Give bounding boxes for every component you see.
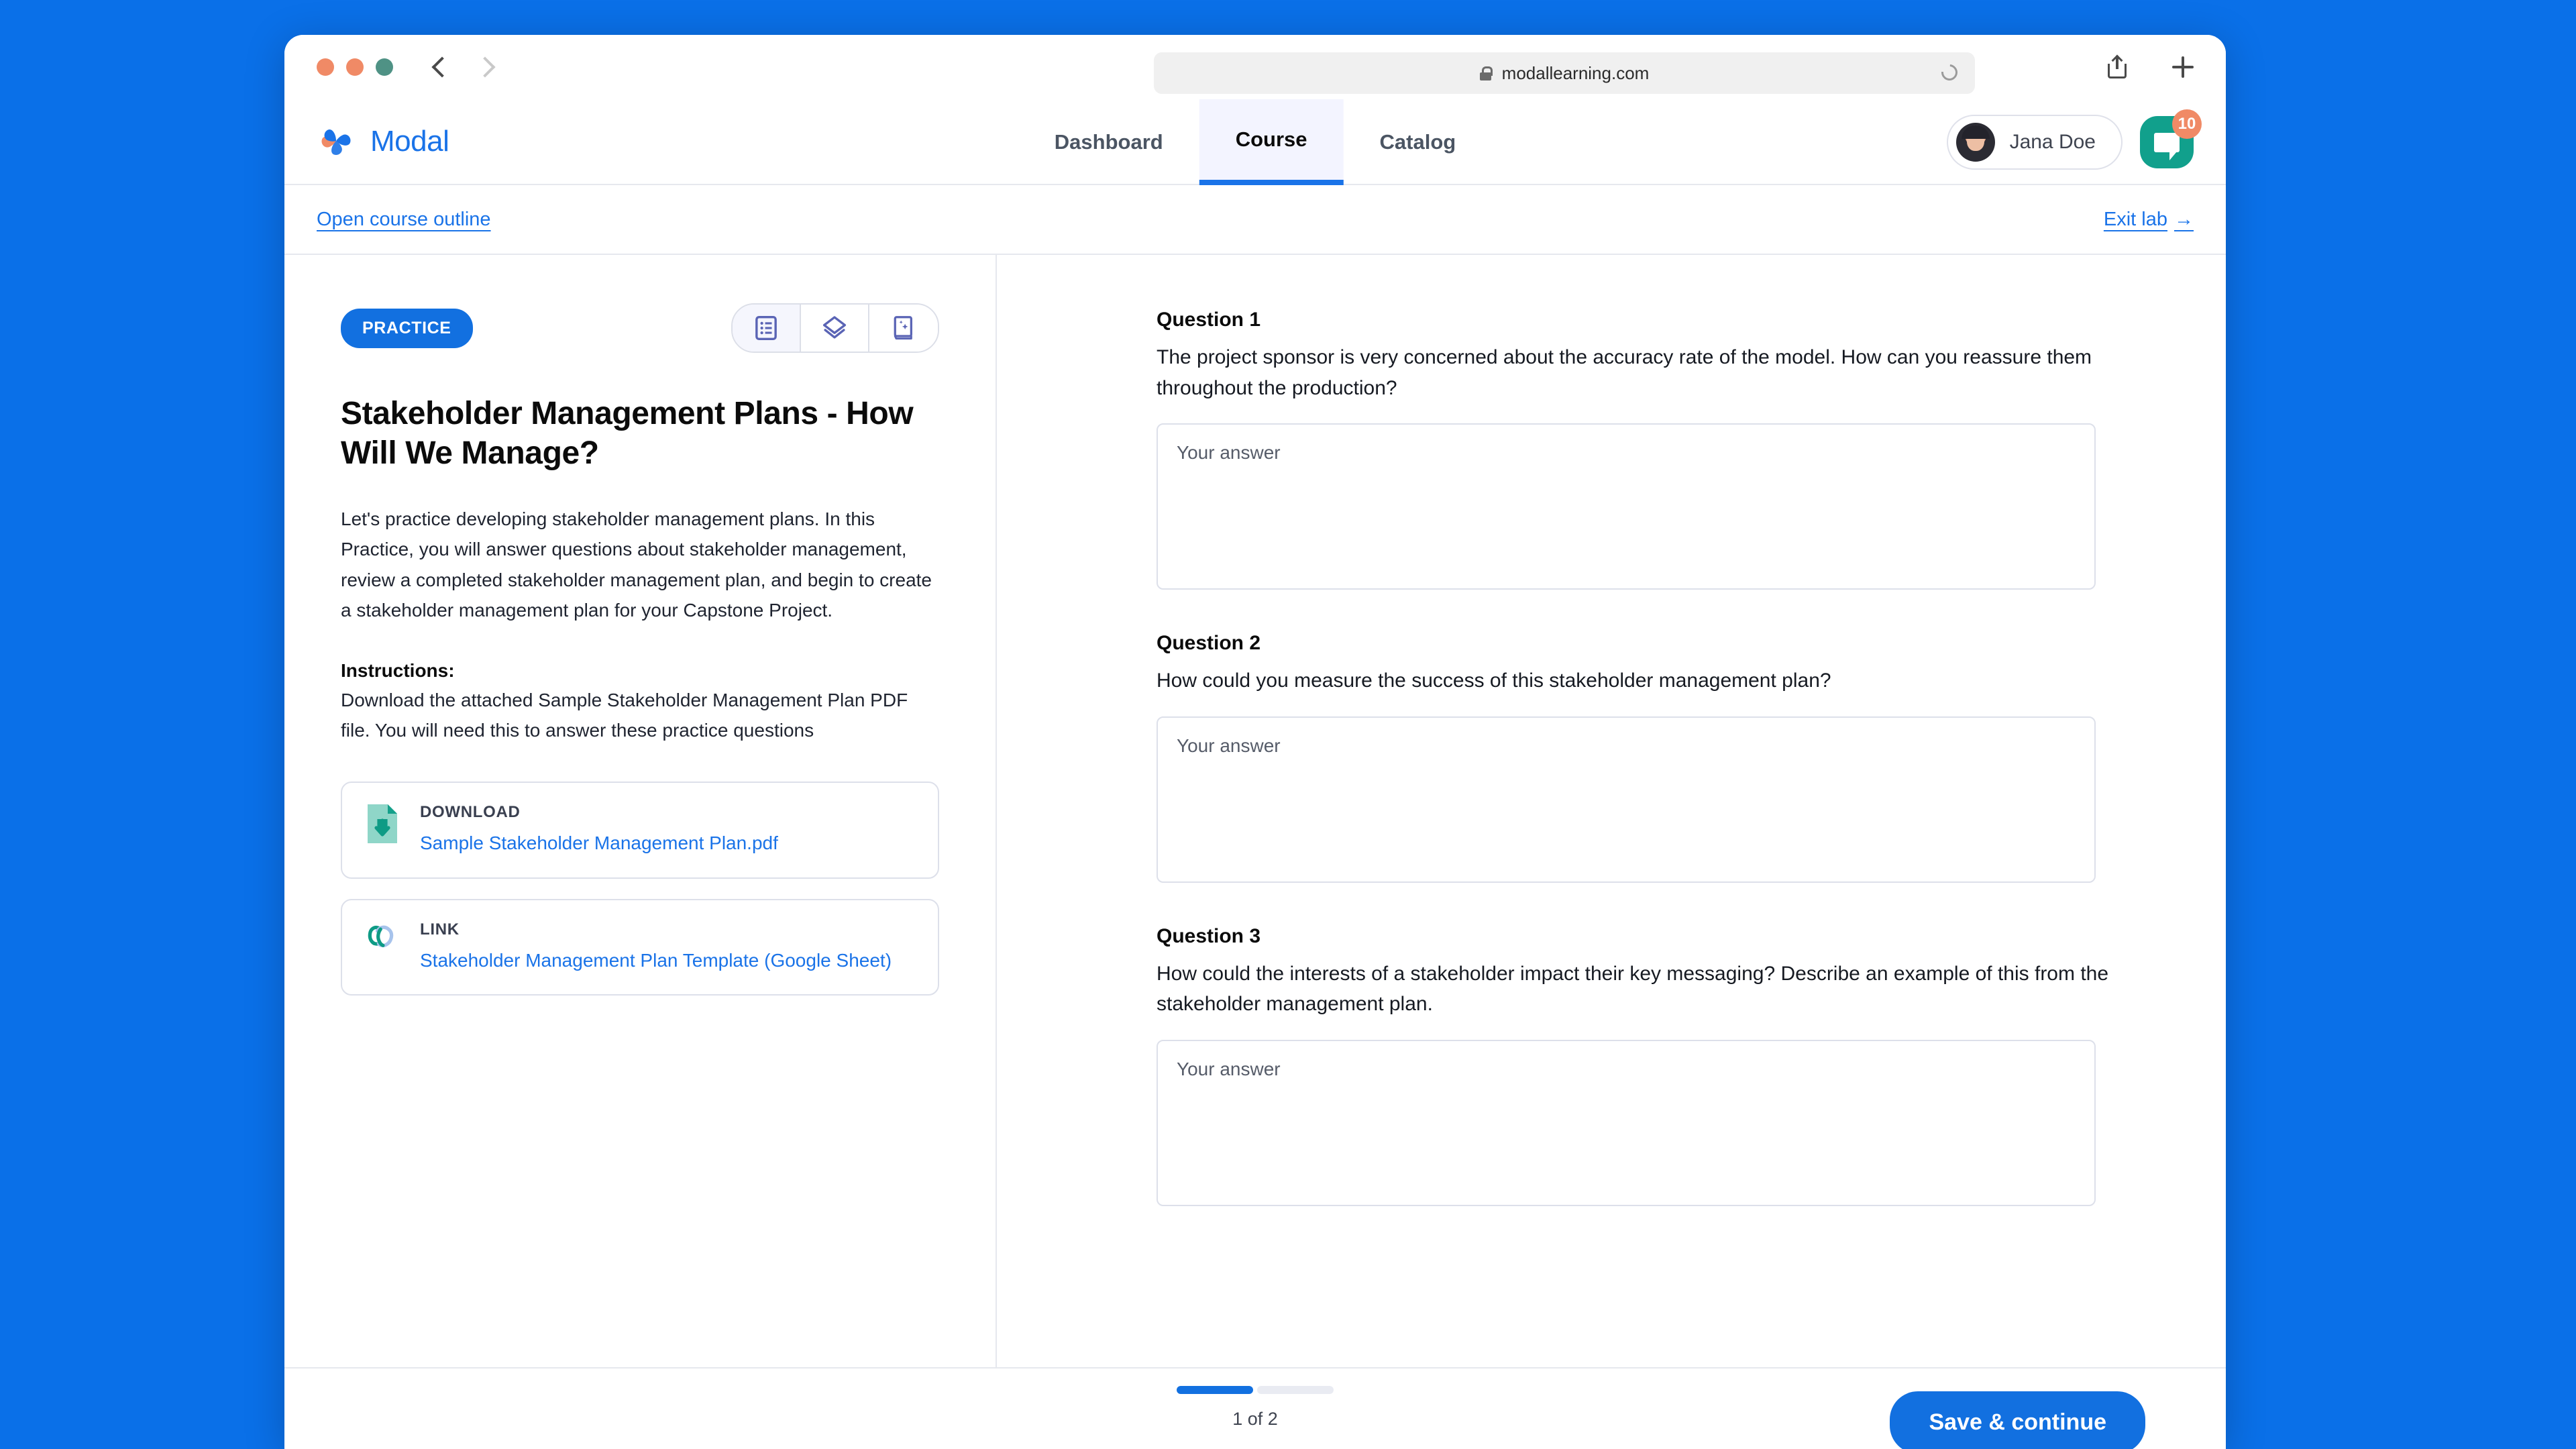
open-course-outline-link[interactable]: Open course outline — [317, 209, 491, 231]
chevron-right-icon[interactable] — [474, 56, 496, 78]
lock-icon — [1479, 66, 1493, 80]
chat-badge: 10 — [2172, 109, 2202, 139]
chevron-left-icon[interactable] — [431, 56, 453, 78]
view-mode-group — [731, 303, 939, 353]
link-resource-text: LINK Stakeholder Management Plan Templat… — [420, 920, 892, 975]
lab-sub-bar: Open course outline Exit lab → — [284, 185, 2226, 255]
lesson-panel: PRACTICE Stakeholder Management Plans - … — [284, 255, 997, 1449]
flashcard-book-glyph — [894, 316, 912, 340]
status-badge: PRACTICE — [341, 308, 473, 348]
browser-nav-arrows — [431, 56, 496, 78]
answer-input-2[interactable] — [1157, 716, 2096, 883]
instructions-text: Download the attached Sample Stakeholder… — [341, 689, 908, 741]
document-list-glyph — [755, 316, 777, 340]
progress-indicator: 1 of 2 — [1177, 1386, 1334, 1430]
chain-link-icon — [368, 925, 394, 948]
document-list-icon[interactable] — [733, 305, 801, 352]
app-header: Modal Dashboard Course Catalog Jana Doe … — [284, 99, 2226, 185]
question-title: Question 2 — [1157, 632, 1261, 655]
question-text: How could you measure the success of thi… — [1157, 669, 1831, 692]
lesson-panel-toolbar: PRACTICE — [341, 303, 939, 353]
chat-button[interactable]: 10 — [2140, 109, 2202, 168]
content-area: PRACTICE Stakeholder Management Plans - … — [284, 255, 2226, 1449]
save-and-continue-button[interactable]: Save & continue — [1890, 1391, 2145, 1449]
question-title: Question 3 — [1157, 924, 1261, 947]
question-text: How could the interests of a stakeholder… — [1157, 962, 2109, 1016]
layers-glyph — [822, 316, 847, 339]
plus-icon[interactable] — [2172, 56, 2194, 78]
maximize-window-button[interactable] — [376, 58, 393, 76]
download-resource-text: DOWNLOAD Sample Stakeholder Management P… — [420, 803, 778, 857]
tab-course[interactable]: Course — [1199, 99, 1344, 185]
link-resource-card[interactable]: LINK Stakeholder Management Plan Templat… — [341, 898, 939, 996]
template-link[interactable]: Stakeholder Management Plan Template (Go… — [420, 947, 892, 975]
header-actions: Jana Doe 10 — [1946, 99, 2202, 185]
answer-input-1[interactable] — [1157, 423, 2096, 590]
arrow-right-icon: → — [2174, 208, 2194, 230]
reload-icon[interactable] — [1938, 61, 1961, 84]
tab-dashboard[interactable]: Dashboard — [1018, 99, 1199, 185]
brand-logo[interactable]: Modal — [284, 99, 449, 184]
brand-name: Modal — [370, 125, 449, 158]
user-menu-button[interactable]: Jana Doe — [1946, 115, 2123, 170]
question-block: Question 3 How could the interests of a … — [1157, 925, 2124, 1210]
page-count: 1 of 2 — [1232, 1409, 1278, 1429]
layers-icon[interactable] — [801, 305, 869, 352]
instructions-label: Instructions: — [341, 659, 455, 681]
url-text: modallearning.com — [1501, 62, 1650, 83]
question-block: Question 2 How could you measure the suc… — [1157, 632, 2124, 886]
main-navigation: Dashboard Course Catalog — [1018, 99, 1492, 185]
progress-segment-1[interactable] — [1177, 1386, 1253, 1394]
avatar — [1955, 123, 1995, 162]
browser-chrome-actions — [2108, 35, 2194, 99]
share-icon[interactable] — [2108, 54, 2127, 78]
browser-chrome: modallearning.com — [284, 35, 2226, 99]
browser-window: modallearning.com Modal Dashboard Course… — [284, 35, 2226, 1449]
question-title: Question 1 — [1157, 309, 1261, 331]
questions-panel: Question 1 The project sponsor is very c… — [997, 255, 2226, 1449]
user-name: Jana Doe — [2009, 131, 2096, 153]
close-window-button[interactable] — [317, 58, 334, 76]
traffic-lights — [317, 58, 393, 76]
question-block: Question 1 The project sponsor is very c… — [1157, 309, 2124, 593]
page-title: Stakeholder Management Plans - How Will … — [341, 396, 914, 471]
exit-lab-link[interactable]: Exit lab → — [2104, 209, 2194, 231]
flashcard-book-icon[interactable] — [869, 305, 938, 352]
question-text: The project sponsor is very concerned ab… — [1157, 346, 2092, 399]
answer-input-3[interactable] — [1157, 1039, 2096, 1206]
modal-flower-logo-icon — [321, 129, 351, 155]
lab-footer: 1 of 2 Save & continue — [284, 1367, 2226, 1449]
exit-lab-label: Exit lab — [2103, 208, 2167, 230]
resource-type-label: DOWNLOAD — [420, 803, 521, 822]
download-resource-card[interactable]: DOWNLOAD Sample Stakeholder Management P… — [341, 782, 939, 879]
download-file-link[interactable]: Sample Stakeholder Management Plan.pdf — [420, 830, 778, 857]
lesson-description: Let's practice developing stakeholder ma… — [341, 508, 932, 621]
address-bar[interactable]: modallearning.com — [1154, 52, 1975, 94]
progress-segments — [1177, 1386, 1334, 1394]
minimize-window-button[interactable] — [346, 58, 364, 76]
chat-bubble-icon — [2154, 132, 2180, 160]
tab-catalog[interactable]: Catalog — [1344, 99, 1493, 185]
resource-type-label: LINK — [420, 920, 460, 938]
file-download-icon — [368, 804, 397, 844]
progress-segment-2[interactable] — [1257, 1386, 1334, 1394]
